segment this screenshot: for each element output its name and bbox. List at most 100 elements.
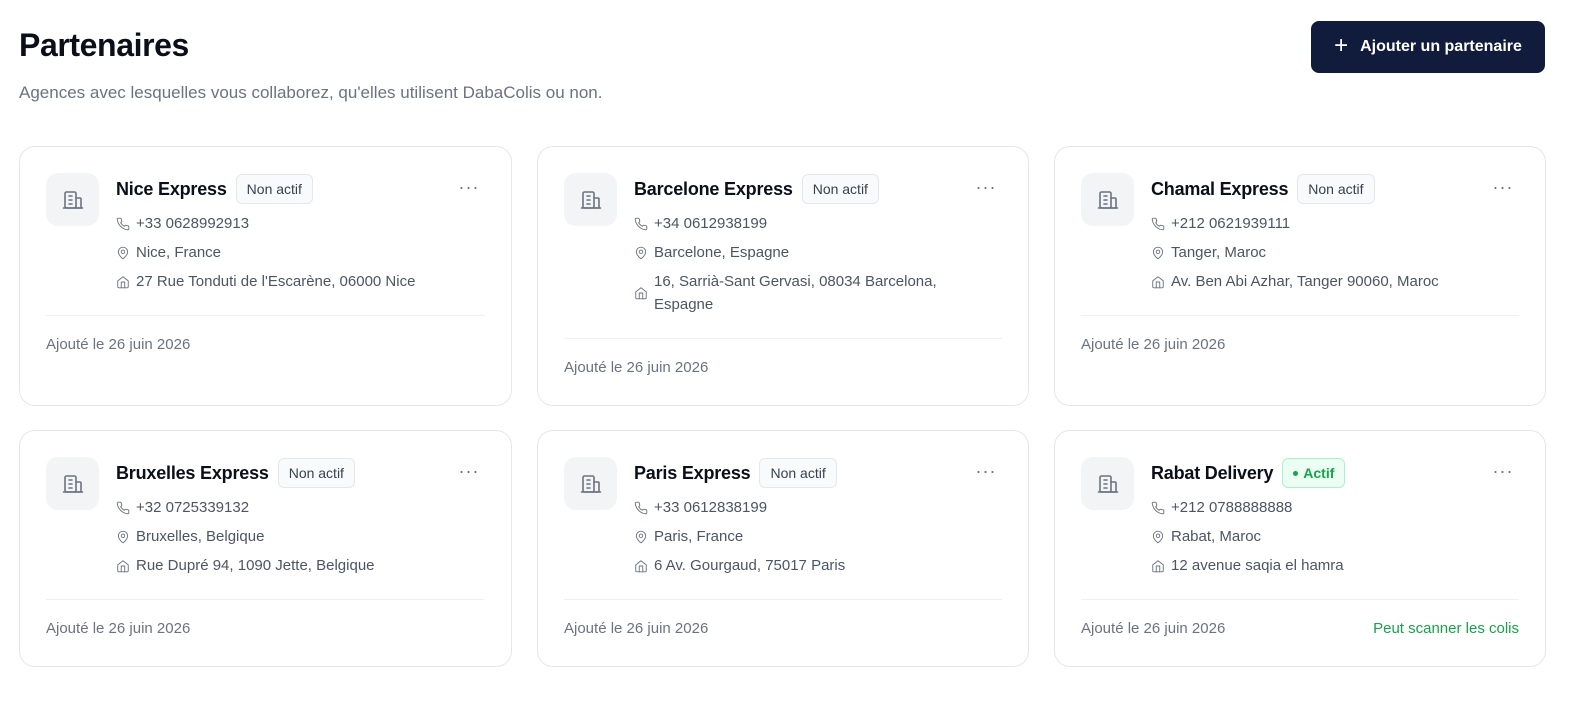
- phone-text: +32 0725339132: [136, 499, 250, 516]
- add-partner-button[interactable]: + Ajouter un partenaire: [1311, 21, 1545, 73]
- map-pin-icon: [1151, 525, 1171, 548]
- added-date: Ajouté le 26 juin 2026: [564, 620, 709, 637]
- partner-name: Nice Express: [116, 178, 227, 199]
- phone-text: +33 0628992913: [136, 215, 250, 232]
- partner-address: Rue Dupré 94, 1090 Jette, Belgique: [116, 554, 485, 577]
- plus-icon: +: [1334, 32, 1349, 59]
- map-pin-icon: [1151, 241, 1171, 264]
- status-label: Actif: [1303, 465, 1335, 481]
- add-partner-label: Ajouter un partenaire: [1360, 38, 1522, 55]
- card-footer: Ajouté le 26 juin 2026: [1081, 336, 1519, 353]
- card-footer: Ajouté le 26 juin 2026: [564, 359, 1002, 376]
- more-horizontal-icon[interactable]: ···: [1489, 177, 1517, 197]
- more-horizontal-icon[interactable]: ···: [972, 461, 1000, 481]
- home-icon: [116, 270, 136, 293]
- building-icon: [46, 173, 99, 226]
- added-date: Ajouté le 26 juin 2026: [1081, 620, 1226, 637]
- address-text: 27 Rue Tonduti de l'Escarène, 06000 Nice: [136, 273, 416, 290]
- status-badge: Non actif: [801, 174, 879, 204]
- added-date: Ajouté le 26 juin 2026: [1081, 336, 1226, 353]
- phone-icon: [116, 212, 136, 235]
- card-footer: Ajouté le 26 juin 2026: [564, 620, 1002, 637]
- partner-card[interactable]: Paris Express Non actif +33 0612838199 P…: [537, 430, 1029, 667]
- card-footer: Ajouté le 26 juin 2026: [46, 620, 485, 637]
- partner-address: 27 Rue Tonduti de l'Escarène, 06000 Nice: [116, 270, 485, 293]
- partner-address: Av. Ben Abi Azhar, Tanger 90060, Maroc: [1151, 270, 1519, 293]
- card-divider: [564, 599, 1002, 600]
- map-pin-icon: [634, 525, 654, 548]
- more-horizontal-icon[interactable]: ···: [455, 461, 483, 481]
- card-divider: [46, 315, 485, 316]
- partner-phone: +33 0612838199: [634, 496, 1002, 519]
- map-pin-icon: [634, 241, 654, 264]
- address-text: Av. Ben Abi Azhar, Tanger 90060, Maroc: [1171, 273, 1439, 290]
- partner-address: 16, Sarrià-Sant Gervasi, 08034 Barcelona…: [634, 270, 1002, 316]
- phone-icon: [634, 212, 654, 235]
- partner-city: Tanger, Maroc: [1151, 241, 1519, 264]
- home-icon: [1151, 270, 1171, 293]
- partner-name: Barcelone Express: [634, 178, 793, 199]
- status-badge: Actif: [1282, 458, 1346, 488]
- map-pin-icon: [116, 525, 136, 548]
- card-divider: [1081, 599, 1519, 600]
- phone-text: +212 0621939111: [1171, 215, 1291, 232]
- added-date: Ajouté le 26 juin 2026: [46, 620, 191, 637]
- building-icon: [564, 457, 617, 510]
- more-horizontal-icon[interactable]: ···: [972, 177, 1000, 197]
- address-text: 12 avenue saqia el hamra: [1171, 557, 1344, 574]
- partner-card[interactable]: Barcelone Express Non actif +34 06129381…: [537, 146, 1029, 406]
- home-icon: [634, 554, 654, 577]
- partner-phone: +34 0612938199: [634, 212, 1002, 235]
- page-subtitle: Agences avec lesquelles vous collaborez,…: [19, 83, 603, 102]
- more-horizontal-icon[interactable]: ···: [1489, 461, 1517, 481]
- phone-text: +34 0612938199: [654, 215, 768, 232]
- partners-grid: Nice Express Non actif +33 0628992913 Ni…: [19, 146, 1546, 667]
- phone-icon: [116, 496, 136, 519]
- phone-text: +33 0612838199: [654, 499, 768, 516]
- partner-card[interactable]: Bruxelles Express Non actif +32 07253391…: [19, 430, 512, 667]
- partner-card[interactable]: Nice Express Non actif +33 0628992913 Ni…: [19, 146, 512, 406]
- partner-phone: +32 0725339132: [116, 496, 485, 519]
- partner-city: Paris, France: [634, 525, 1002, 548]
- status-badge: Non actif: [759, 458, 837, 488]
- partner-phone: +212 0788888888: [1151, 496, 1519, 519]
- status-dot: [1293, 470, 1299, 476]
- card-divider: [564, 338, 1002, 339]
- card-divider: [46, 599, 485, 600]
- home-icon: [634, 270, 654, 316]
- partner-city: Nice, France: [116, 241, 485, 264]
- phone-icon: [634, 496, 654, 519]
- home-icon: [116, 554, 136, 577]
- partner-name: Rabat Delivery: [1151, 462, 1274, 483]
- city-text: Bruxelles, Belgique: [136, 528, 265, 545]
- phone-icon: [1151, 212, 1171, 235]
- partner-city: Rabat, Maroc: [1151, 525, 1519, 548]
- status-badge: Non actif: [235, 174, 313, 204]
- city-text: Rabat, Maroc: [1171, 528, 1262, 545]
- partner-name: Paris Express: [634, 462, 751, 483]
- partner-name: Bruxelles Express: [116, 462, 269, 483]
- status-badge: Non actif: [277, 458, 355, 488]
- card-footer: Ajouté le 26 juin 2026: [46, 336, 485, 353]
- partner-address: 12 avenue saqia el hamra: [1151, 554, 1519, 577]
- city-text: Barcelone, Espagne: [654, 244, 790, 261]
- more-horizontal-icon[interactable]: ···: [455, 177, 483, 197]
- building-icon: [1081, 173, 1134, 226]
- partner-city: Bruxelles, Belgique: [116, 525, 485, 548]
- building-icon: [564, 173, 617, 226]
- card-footer: Ajouté le 26 juin 2026 Peut scanner les …: [1081, 620, 1519, 637]
- partner-card[interactable]: Rabat Delivery Actif +212 0788888888 Rab…: [1054, 430, 1546, 667]
- added-date: Ajouté le 26 juin 2026: [46, 336, 191, 353]
- phone-text: +212 0788888888: [1171, 499, 1293, 516]
- partner-card[interactable]: Chamal Express Non actif +212 0621939111…: [1054, 146, 1546, 406]
- home-icon: [1151, 554, 1171, 577]
- partner-city: Barcelone, Espagne: [634, 241, 1002, 264]
- scan-permission: Peut scanner les colis: [1373, 620, 1519, 637]
- city-text: Nice, France: [136, 244, 222, 261]
- address-text: Rue Dupré 94, 1090 Jette, Belgique: [136, 557, 375, 574]
- map-pin-icon: [116, 241, 136, 264]
- address-text: 6 Av. Gourgaud, 75017 Paris: [654, 557, 846, 574]
- page-header: Partenaires Agences avec lesquelles vous…: [19, 21, 1545, 114]
- partner-phone: +33 0628992913: [116, 212, 485, 235]
- city-text: Paris, France: [654, 528, 744, 545]
